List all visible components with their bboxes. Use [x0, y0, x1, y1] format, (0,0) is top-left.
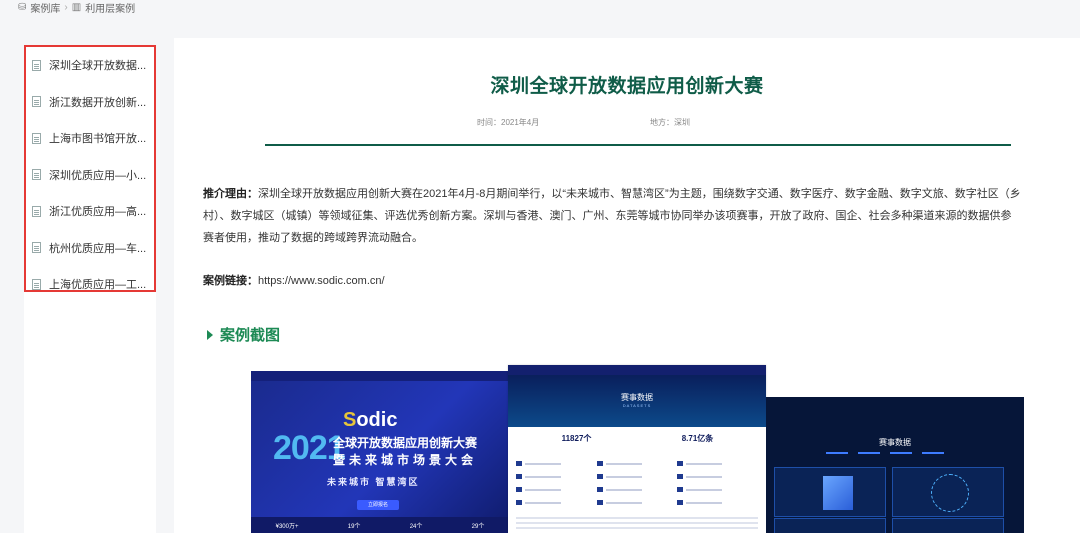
reason-label: 推介理由： — [203, 188, 258, 200]
screenshot-title: 赛事数据 — [621, 393, 653, 402]
bar-chart-icon: ▥ — [71, 1, 82, 13]
screenshot-headline-1: 全球开放数据应用创新大赛 — [333, 436, 478, 450]
screenshot-tagline: 未来城市 智慧湾区 — [327, 477, 420, 487]
article-title: 深圳全球开放数据应用创新大赛 — [490, 76, 764, 97]
document-icon — [32, 132, 41, 144]
case-list-item-label: 深圳全球开放数据... — [49, 60, 147, 73]
link-label: 案例链接： — [203, 275, 258, 287]
screenshot-stats-bar: ¥300万+ 19个 24个 29个 — [251, 517, 509, 533]
record-count: 8.71亿条 — [681, 434, 714, 443]
sodic-logo: Sodic — [343, 409, 398, 431]
case-list-item-label: 浙江数据开放创新... — [49, 96, 147, 109]
screenshot-subtitle: DATASETS — [622, 403, 652, 408]
case-list-item[interactable]: 浙江优质应用—高... — [26, 193, 154, 230]
case-screenshot-3: 赛事数据 — [766, 397, 1024, 533]
screenshot-headline-2: 暨未来城市场景大会 — [333, 453, 478, 467]
document-icon — [32, 278, 41, 290]
screenshot-banner: 赛事数据 DATASETS — [508, 375, 766, 427]
screenshot-register-button: 立即报名 — [357, 500, 399, 510]
case-list-sidebar: 深圳全球开放数据... 浙江数据开放创新... 上海市图书馆开放... 深圳优质… — [24, 45, 156, 292]
case-list-item-label: 浙江优质应用—高... — [49, 206, 147, 219]
article-place: 地方：深圳 — [650, 118, 690, 127]
screenshot-tabs — [826, 452, 944, 454]
article-time: 时间：2021年4月 — [477, 118, 540, 127]
screenshot-footer-lines — [516, 517, 758, 519]
document-icon — [32, 242, 41, 254]
screenshot-panel — [892, 518, 1004, 533]
document-icon — [32, 169, 41, 181]
case-list-item[interactable]: 上海市图书馆开放... — [26, 120, 154, 157]
screenshot-nav-bar — [508, 365, 766, 375]
case-list-item[interactable]: 深圳全球开放数据... — [26, 47, 154, 84]
section-heading: 案例截图 — [207, 324, 280, 345]
breadcrumb-current: 利用层案例 — [85, 3, 136, 15]
screenshot-panel — [892, 467, 1004, 517]
sidebar-panel-background — [24, 292, 156, 533]
reason-text: 深圳全球开放数据应用创新大赛在2021年4月-8月期间举行，以“未来城市、智慧湾… — [203, 188, 1021, 244]
document-icon — [32, 96, 41, 108]
dataset-count: 11827个 — [561, 434, 592, 443]
case-list-item[interactable]: 深圳优质应用—小... — [26, 157, 154, 194]
case-list-item-label: 上海优质应用—工... — [49, 279, 147, 292]
stat-value: 29个 — [471, 523, 485, 530]
stat-value: 19个 — [347, 523, 361, 530]
document-icon — [32, 205, 41, 217]
section-title: 案例截图 — [220, 327, 281, 344]
chevron-right-icon: › — [64, 1, 68, 13]
screenshot-panel — [774, 467, 886, 517]
breadcrumb-root[interactable]: 案例库 — [30, 0, 60, 15]
screenshot-numbers: 11827个 8.71亿条 — [516, 433, 758, 451]
tree-graphic — [931, 474, 969, 512]
database-icon: ⛁ — [18, 1, 27, 13]
screenshot-dataset-grid — [516, 457, 758, 509]
case-list-item-label: 深圳优质应用—小... — [49, 169, 147, 182]
breadcrumb: ⛁ 案例库 › ▥ 利用层案例 — [18, 0, 136, 15]
document-icon — [32, 59, 41, 71]
case-list-item[interactable]: 浙江数据开放创新... — [26, 84, 154, 121]
case-screenshot-1: 2021 Sodic 全球开放数据应用创新大赛 暨未来城市场景大会 未来城市 智… — [251, 371, 509, 533]
stat-value: 24个 — [409, 523, 423, 530]
case-list-item-label: 上海市图书馆开放... — [49, 133, 147, 146]
screenshot-panel — [774, 518, 886, 533]
screenshot-title: 赛事数据 — [879, 438, 911, 447]
stat-value: ¥300万+ — [275, 523, 299, 530]
title-divider — [265, 144, 1011, 146]
case-link-paragraph: 案例链接：https://www.sodic.com.cn/ — [203, 270, 1021, 292]
case-list-item-label: 杭州优质应用—车... — [49, 242, 147, 255]
case-list-item[interactable]: 杭州优质应用—车... — [26, 230, 154, 267]
case-screenshot-2: 赛事数据 DATASETS 11827个 8.71亿条 — [508, 365, 766, 533]
screenshot-nav-bar — [251, 371, 509, 381]
triangle-right-icon — [207, 329, 213, 340]
puzzle-graphic — [823, 476, 853, 510]
article-panel: 深圳全球开放数据应用创新大赛 时间：2021年4月 地方：深圳 推介理由：深圳全… — [174, 38, 1080, 533]
case-link[interactable]: https://www.sodic.com.cn/ — [258, 275, 385, 287]
recommendation-paragraph: 推介理由：深圳全球开放数据应用创新大赛在2021年4月-8月期间举行，以“未来城… — [203, 183, 1021, 249]
